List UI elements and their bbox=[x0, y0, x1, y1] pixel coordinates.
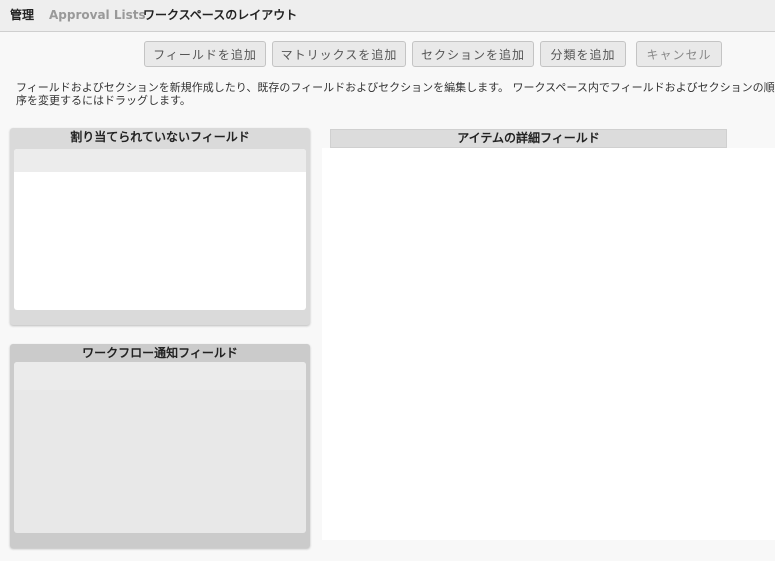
add-matrix-button[interactable]: マトリックスを追加 bbox=[272, 41, 406, 67]
item-details-title: アイテムの詳細フィールド bbox=[330, 129, 727, 148]
unassigned-fields-panel: 割り当てられていないフィールド bbox=[10, 128, 310, 325]
breadcrumb-parent[interactable]: Approval Lists bbox=[49, 0, 146, 30]
unassigned-fields-dropzone[interactable] bbox=[14, 149, 306, 310]
add-field-button[interactable]: フィールドを追加 bbox=[144, 41, 266, 67]
page-title: ワークスペースのレイアウト bbox=[143, 8, 298, 22]
breadcrumb: 管理 Approval Lists ワークスペースのレイアウト bbox=[0, 0, 775, 32]
breadcrumb-root[interactable]: 管理 bbox=[10, 0, 34, 30]
workflow-fields-dropzone[interactable] bbox=[14, 362, 306, 533]
workflow-fields-title: ワークフロー通知フィールド bbox=[82, 346, 238, 360]
item-details-dropzone[interactable] bbox=[322, 148, 775, 540]
cancel-button[interactable]: キャンセル bbox=[636, 41, 722, 67]
add-section-button[interactable]: セクションを追加 bbox=[412, 41, 534, 67]
unassigned-fields-title: 割り当てられていないフィールド bbox=[70, 130, 250, 144]
instructions-text: フィールドおよびセクションを新規作成したり、既存のフィールドおよびセクションを編… bbox=[16, 81, 775, 107]
workflow-fields-panel: ワークフロー通知フィールド bbox=[10, 344, 310, 548]
add-classification-button[interactable]: 分類を追加 bbox=[540, 41, 626, 67]
